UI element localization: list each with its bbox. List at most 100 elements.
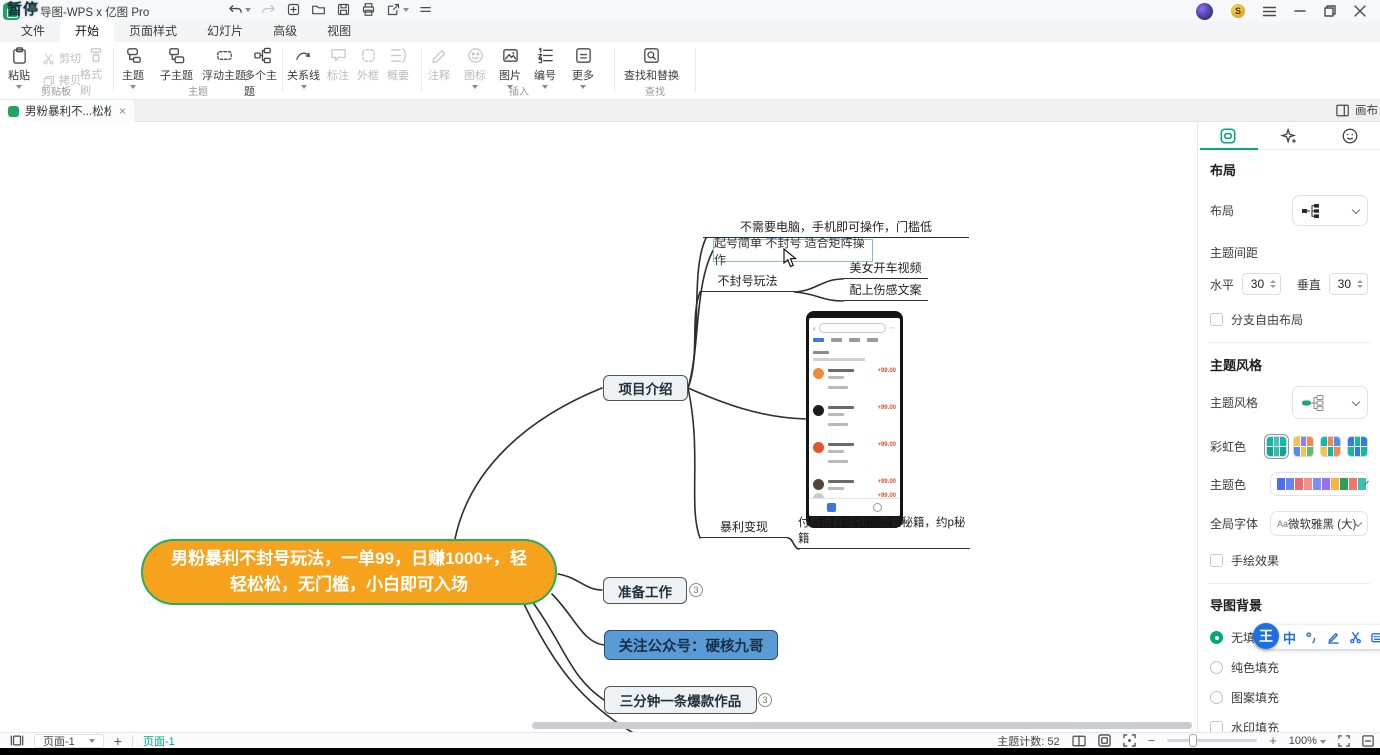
theme-style-dropdown[interactable]: [1292, 386, 1368, 419]
redo-button[interactable]: [261, 2, 276, 17]
subtopic-button[interactable]: 子主题: [160, 46, 193, 83]
outline-view-icon[interactable]: [1072, 735, 1086, 747]
layout-label: 布局: [1210, 202, 1234, 219]
rainbow-option-2[interactable]: [1293, 436, 1314, 457]
fit-window-icon[interactable]: [1098, 734, 1111, 747]
connection-lines: [0, 122, 1197, 732]
tab-view[interactable]: 视图: [312, 19, 366, 42]
bg-none-radio[interactable]: [1210, 631, 1223, 644]
summary-button[interactable]: 概要: [387, 46, 409, 83]
horizontal-spacing-stepper[interactable]: 30: [1242, 273, 1281, 295]
tab-page-style[interactable]: 页面样式: [114, 19, 192, 42]
rainbow-option-4[interactable]: [1347, 436, 1368, 457]
horizontal-label: 水平: [1210, 276, 1234, 293]
tab-sticker-panel[interactable]: [1319, 122, 1380, 149]
child-node-video[interactable]: 美女开车视频: [843, 261, 928, 279]
print-button[interactable]: [361, 2, 376, 17]
close-button[interactable]: [1354, 5, 1366, 17]
horizontal-scrollbar[interactable]: [532, 722, 1192, 729]
document-tab[interactable]: 男粉暴利不...松松，无门 ×: [0, 100, 134, 122]
ime-keyboard-icon[interactable]: [1371, 631, 1380, 644]
theme-color-strip: [1277, 478, 1366, 490]
ribbon-group-find: 查找和替换 查找: [616, 42, 694, 100]
tab-home[interactable]: 开始: [60, 19, 114, 42]
child-node-copywriting[interactable]: 配上伤感文案: [843, 283, 928, 301]
ime-scissors-icon[interactable]: [1349, 631, 1362, 644]
membership-badge-icon[interactable]: S: [1231, 4, 1245, 18]
child-node-play[interactable]: 不封号玩法: [700, 274, 795, 292]
vertical-spacing-stepper[interactable]: 30: [1329, 273, 1368, 295]
free-layout-label: 分支自由布局: [1231, 311, 1303, 328]
layout-dropdown[interactable]: [1292, 195, 1368, 226]
menu-icon[interactable]: [1263, 6, 1276, 17]
fullscreen-icon[interactable]: [1338, 735, 1350, 747]
boundary-icon: [359, 46, 378, 65]
ime-chinese-mode-button[interactable]: 中: [1283, 628, 1296, 647]
add-page-button[interactable]: +: [114, 733, 122, 749]
global-font-dropdown[interactable]: Aa 微软雅黑 (大): [1270, 511, 1368, 536]
share-button[interactable]: [386, 2, 409, 17]
save-icon: [336, 2, 351, 17]
open-file-button[interactable]: [311, 2, 326, 17]
zoom-out-button[interactable]: −: [1148, 733, 1156, 748]
collapse-badge[interactable]: 3: [689, 583, 703, 597]
child-node-profit[interactable]: 暴利变现: [700, 520, 788, 538]
new-file-button[interactable]: [286, 2, 301, 17]
restore-button[interactable]: [1324, 5, 1336, 17]
user-avatar[interactable]: [1196, 3, 1213, 20]
minimize-button[interactable]: [1294, 5, 1306, 17]
zoom-slider-handle[interactable]: [1189, 734, 1197, 747]
tab-style-panel[interactable]: [1198, 122, 1259, 149]
rainbow-option-1[interactable]: [1266, 436, 1287, 457]
child-node-profit-detail[interactable]: 付费进群培训：恋爱秘籍，约p秘籍: [798, 531, 970, 549]
ime-handwriting-icon[interactable]: [1327, 631, 1340, 644]
tab-ai-panel[interactable]: [1259, 122, 1320, 149]
boundary-button[interactable]: 外框: [357, 46, 379, 83]
tab-slides[interactable]: 幻灯片: [192, 19, 258, 42]
collapse-badge[interactable]: 3: [758, 693, 772, 707]
tab-advanced[interactable]: 高级: [258, 19, 312, 42]
bg-solid-radio[interactable]: [1210, 661, 1223, 674]
window-title: 导图-WPS x 亿图 Pro: [40, 4, 149, 20]
phone-screenshot-image-node[interactable]: ‹ ⋯ +99.00: [806, 311, 903, 528]
hand-drawn-checkbox[interactable]: [1210, 554, 1223, 567]
panel-toggle[interactable]: 画布: [1336, 102, 1378, 118]
customize-toolbar-button[interactable]: [419, 3, 432, 16]
find-replace-button[interactable]: 查找和替换: [624, 46, 679, 83]
ime-logo-badge[interactable]: 王: [1253, 623, 1279, 649]
theme-color-dropdown[interactable]: [1270, 472, 1368, 496]
cut-button[interactable]: 剪切: [42, 50, 81, 66]
branch-node-works[interactable]: 三分钟一条爆款作品: [604, 686, 757, 714]
ribbon-group-relation: 关系线 标注 外框 概要: [285, 42, 419, 100]
undo-button[interactable]: [228, 2, 251, 17]
tab-file[interactable]: 文件: [6, 19, 60, 42]
section-background: 导图背景: [1210, 595, 1368, 614]
branch-node-intro[interactable]: 项目介绍: [603, 375, 688, 401]
callout-button[interactable]: 标注: [327, 46, 349, 83]
branch-node-prep[interactable]: 准备工作: [603, 577, 687, 604]
floating-topic-icon: [215, 46, 234, 65]
recorder-pause-overlay[interactable]: 暂停: [7, 0, 39, 19]
multiple-topics-icon: [253, 46, 272, 65]
doc-tab-close-icon[interactable]: ×: [119, 104, 126, 118]
mindmap-canvas[interactable]: 男粉暴利不封号玩法，一单99，日赚1000+，轻轻松松，无门槛，小白即可入场 项…: [0, 122, 1197, 732]
relation-line-button[interactable]: 关系线: [287, 46, 320, 89]
collapse-statusbar-icon[interactable]: [1362, 735, 1374, 747]
floating-topic-button[interactable]: 浮动主题: [202, 46, 246, 83]
branch-node-official-account[interactable]: 关注公众号：硬核九哥: [604, 630, 778, 660]
page-selector-dropdown[interactable]: 页面-1: [34, 734, 104, 748]
ime-punctuation-icon[interactable]: [1305, 631, 1318, 644]
page-tab[interactable]: 页面-1: [143, 733, 175, 749]
free-layout-checkbox[interactable]: [1210, 313, 1223, 326]
zoom-slider[interactable]: [1167, 739, 1257, 742]
pages-panel-icon[interactable]: [10, 734, 24, 747]
callout-icon: [329, 46, 348, 65]
note-button[interactable]: 注释: [428, 46, 450, 83]
central-topic-node[interactable]: 男粉暴利不封号玩法，一单99，日赚1000+，轻轻松松，无门槛，小白即可入场: [141, 539, 557, 605]
zoom-level-dropdown[interactable]: 100%: [1289, 735, 1326, 747]
save-button[interactable]: [336, 2, 351, 17]
bg-pattern-radio[interactable]: [1210, 691, 1223, 704]
zoom-in-button[interactable]: +: [1269, 733, 1277, 748]
center-map-icon[interactable]: [1123, 734, 1136, 747]
rainbow-option-3[interactable]: [1320, 436, 1341, 457]
